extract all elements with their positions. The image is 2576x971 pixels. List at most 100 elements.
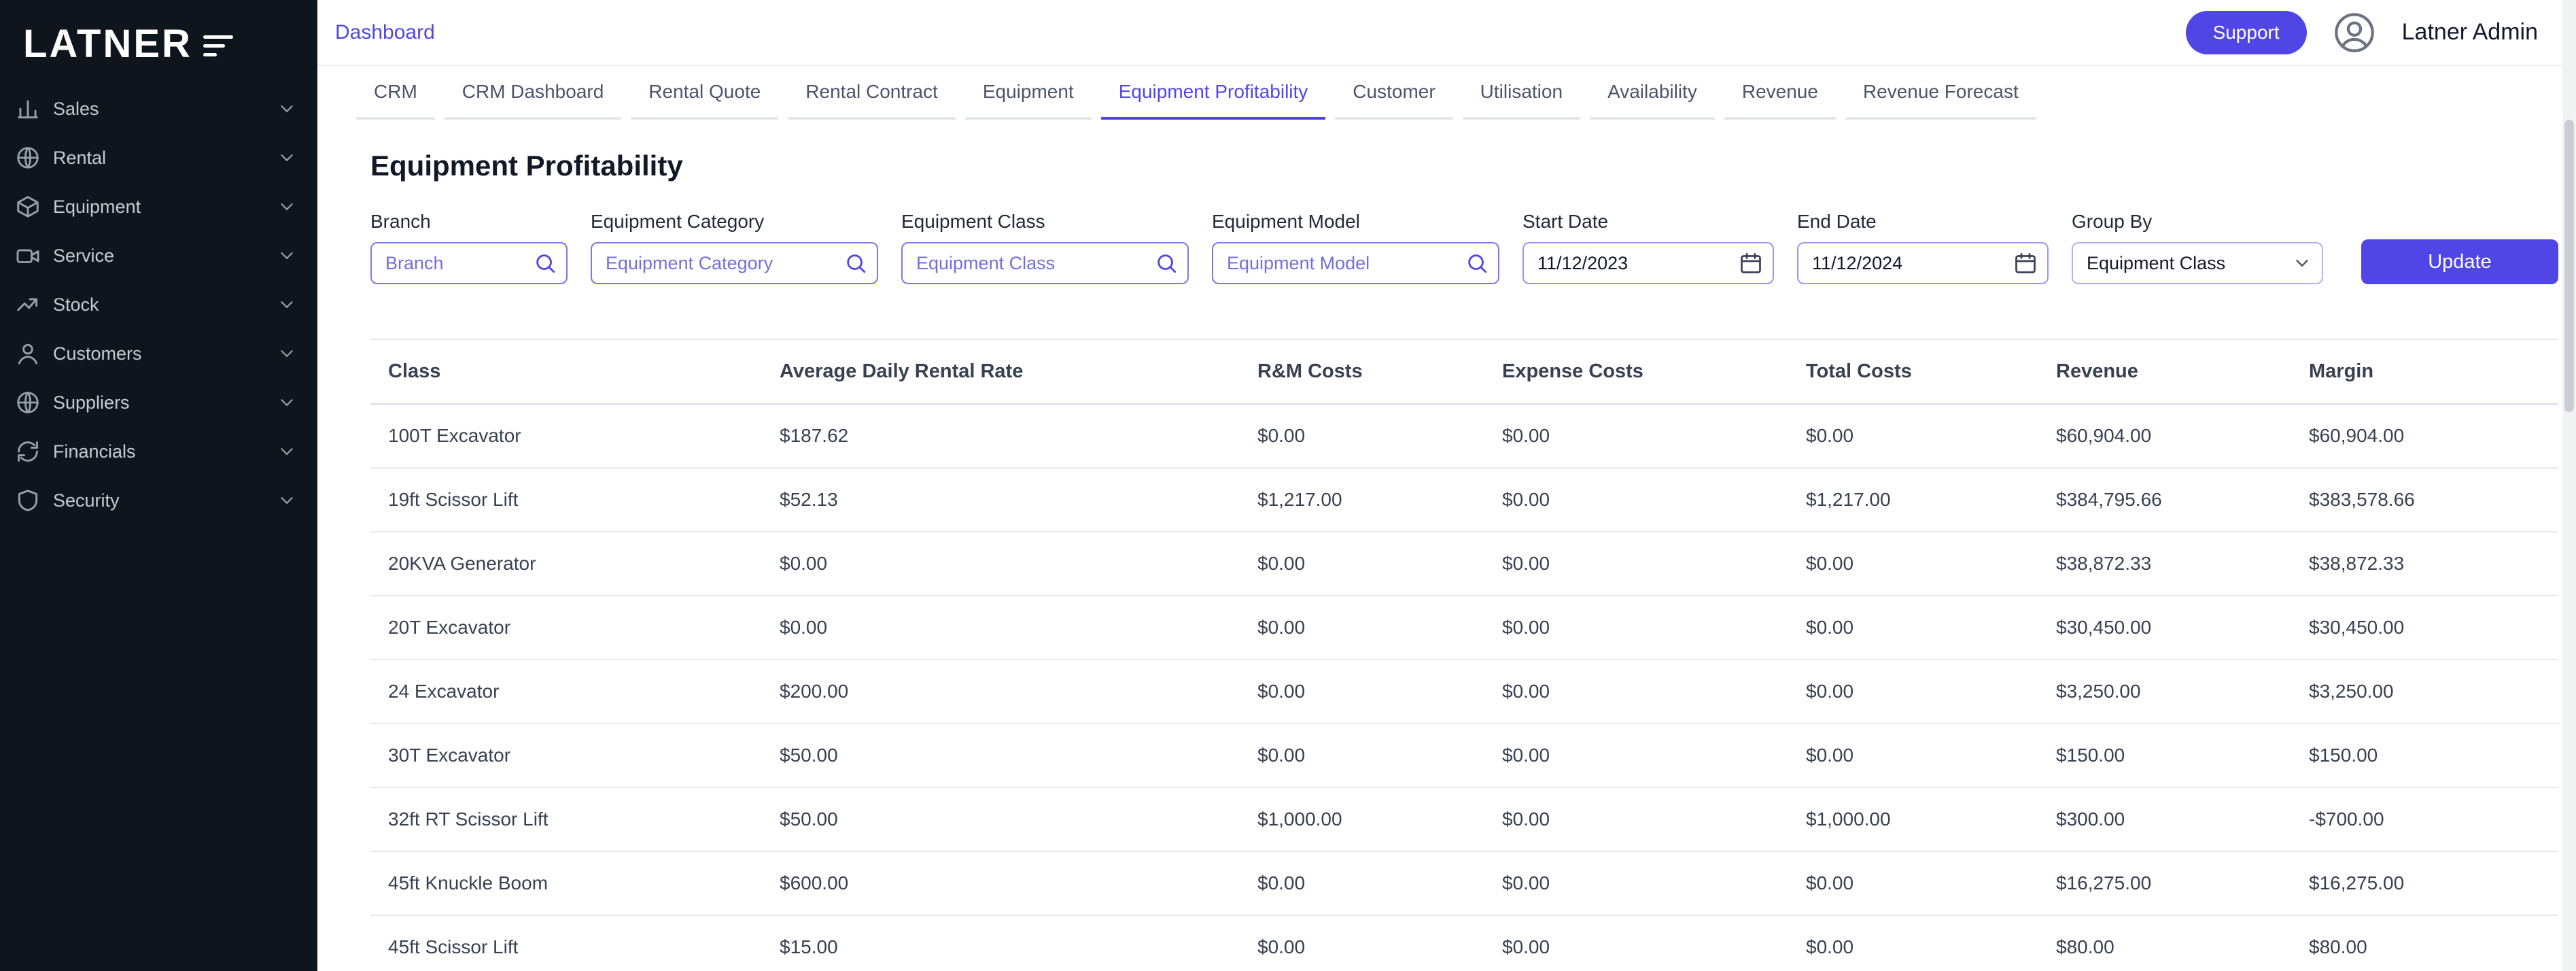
chevron-down-icon[interactable] bbox=[277, 148, 297, 168]
sidebar-item-security[interactable]: Security bbox=[0, 476, 317, 525]
row-value-cell: $150.00 bbox=[2038, 724, 2291, 787]
logo-text: LATNER bbox=[23, 24, 192, 64]
latner-logo: LATNER bbox=[0, 18, 317, 84]
tab-crm-dashboard[interactable]: CRM Dashboard bbox=[445, 66, 622, 120]
calendar-icon[interactable] bbox=[2013, 251, 2038, 275]
sidebar-item-service[interactable]: Service bbox=[0, 231, 317, 280]
sidebar-item-stock[interactable]: Stock bbox=[0, 280, 317, 329]
table-header-row: Class Average Daily Rental Rate R&M Cost… bbox=[370, 340, 2558, 405]
update-button[interactable]: Update bbox=[2361, 239, 2558, 284]
column-header: Revenue bbox=[2038, 340, 2291, 403]
table-row: 19ft Scissor Lift$52.13$1,217.00$0.00$1,… bbox=[370, 469, 2558, 532]
tab-crm[interactable]: CRM bbox=[356, 66, 435, 120]
breadcrumb-dashboard-link[interactable]: Dashboard bbox=[335, 21, 435, 44]
chevron-down-icon[interactable] bbox=[277, 245, 297, 266]
tab-revenue[interactable]: Revenue bbox=[1724, 66, 1836, 120]
scrollbar-thumb[interactable] bbox=[2564, 120, 2574, 412]
row-value-cell: $0.00 bbox=[1788, 405, 2038, 467]
row-value-cell: $1,217.00 bbox=[1240, 469, 1484, 531]
tab-equipment[interactable]: Equipment bbox=[965, 66, 1092, 120]
tab-utilisation[interactable]: Utilisation bbox=[1463, 66, 1580, 120]
sidebar-item-label: Sales bbox=[53, 99, 277, 120]
page-title: Equipment Profitability bbox=[370, 150, 2558, 182]
chevron-down-icon[interactable] bbox=[277, 441, 297, 462]
row-value-cell: $1,217.00 bbox=[1788, 469, 2038, 531]
equipment-class-label: Equipment Class bbox=[901, 211, 1189, 233]
column-header: Average Daily Rental Rate bbox=[762, 340, 1240, 403]
tab-revenue-forecast[interactable]: Revenue Forecast bbox=[1845, 66, 2036, 120]
chevron-down-icon[interactable] bbox=[277, 392, 297, 413]
chevron-down-icon[interactable] bbox=[277, 99, 297, 119]
sidebar-item-customers[interactable]: Customers bbox=[0, 329, 317, 378]
row-value-cell: $0.00 bbox=[1788, 532, 2038, 595]
page-content: Equipment Profitability Branch Equipment… bbox=[317, 120, 2576, 971]
row-value-cell: $1,000.00 bbox=[1240, 788, 1484, 851]
row-value-cell: $38,872.33 bbox=[2291, 532, 2558, 595]
chevron-down-icon[interactable] bbox=[277, 294, 297, 315]
row-value-cell: $0.00 bbox=[1240, 660, 1484, 723]
sidebar-item-financials[interactable]: Financials bbox=[0, 427, 317, 476]
row-class-cell: 45ft Knuckle Boom bbox=[370, 852, 762, 915]
calendar-icon[interactable] bbox=[1739, 251, 1763, 275]
row-value-cell: $38,872.33 bbox=[2038, 532, 2291, 595]
sidebar-item-suppliers[interactable]: Suppliers bbox=[0, 378, 317, 427]
row-value-cell: $0.00 bbox=[1240, 405, 1484, 467]
row-value-cell: $187.62 bbox=[762, 405, 1240, 467]
row-value-cell: $0.00 bbox=[1484, 916, 1788, 971]
row-value-cell: $0.00 bbox=[1484, 596, 1788, 659]
row-value-cell: $3,250.00 bbox=[2038, 660, 2291, 723]
row-value-cell: $0.00 bbox=[1788, 660, 2038, 723]
chevron-down-icon[interactable] bbox=[277, 343, 297, 364]
sidebar-item-label: Financials bbox=[53, 441, 277, 462]
column-header: Margin bbox=[2291, 340, 2558, 403]
chevron-down-icon[interactable] bbox=[277, 490, 297, 511]
search-icon[interactable] bbox=[844, 252, 867, 275]
profitability-table: Class Average Daily Rental Rate R&M Cost… bbox=[370, 339, 2558, 971]
table-row: 30T Excavator$50.00$0.00$0.00$0.00$150.0… bbox=[370, 724, 2558, 788]
equipment-category-input[interactable] bbox=[591, 242, 878, 284]
chevron-down-icon bbox=[2292, 253, 2312, 273]
equipment-model-input[interactable] bbox=[1212, 242, 1499, 284]
user-icon bbox=[15, 341, 41, 367]
search-icon[interactable] bbox=[1465, 252, 1489, 275]
start-date-label: Start Date bbox=[1522, 211, 1774, 233]
filter-group-by: Group By Equipment Class bbox=[2072, 211, 2323, 284]
tab-customer[interactable]: Customer bbox=[1335, 66, 1452, 120]
sidebar-item-equipment[interactable]: Equipment bbox=[0, 182, 317, 231]
support-button[interactable]: Support bbox=[2186, 11, 2307, 54]
row-value-cell: $16,275.00 bbox=[2291, 852, 2558, 915]
row-value-cell: $15.00 bbox=[762, 916, 1240, 971]
row-class-cell: 30T Excavator bbox=[370, 724, 762, 787]
tab-rental-quote[interactable]: Rental Quote bbox=[631, 66, 778, 120]
start-date-input[interactable] bbox=[1522, 242, 1774, 284]
row-value-cell: $0.00 bbox=[762, 532, 1240, 595]
tab-equipment-profitability[interactable]: Equipment Profitability bbox=[1101, 66, 1326, 120]
group-by-select[interactable]: Equipment Class bbox=[2072, 242, 2323, 284]
tab-availability[interactable]: Availability bbox=[1590, 66, 1715, 120]
row-value-cell: $0.00 bbox=[1484, 405, 1788, 467]
row-value-cell: $1,000.00 bbox=[1788, 788, 2038, 851]
user-avatar-icon[interactable] bbox=[2333, 11, 2376, 54]
bar-chart-icon bbox=[15, 96, 41, 122]
search-icon[interactable] bbox=[1155, 252, 1178, 275]
tab-rental-contract[interactable]: Rental Contract bbox=[788, 66, 956, 120]
group-by-label: Group By bbox=[2072, 211, 2323, 233]
column-header: Class bbox=[370, 340, 762, 403]
search-icon[interactable] bbox=[534, 252, 557, 275]
column-header: R&M Costs bbox=[1240, 340, 1484, 403]
column-header: Total Costs bbox=[1788, 340, 2038, 403]
end-date-input[interactable] bbox=[1797, 242, 2049, 284]
row-class-cell: 24 Excavator bbox=[370, 660, 762, 723]
refresh-icon bbox=[15, 439, 41, 464]
table-row: 45ft Knuckle Boom$600.00$0.00$0.00$0.00$… bbox=[370, 852, 2558, 916]
branch-label: Branch bbox=[370, 211, 568, 233]
equipment-class-input[interactable] bbox=[901, 242, 1189, 284]
table-row: 20T Excavator$0.00$0.00$0.00$0.00$30,450… bbox=[370, 596, 2558, 660]
filter-branch: Branch bbox=[370, 211, 568, 284]
chevron-down-icon[interactable] bbox=[277, 197, 297, 217]
sidebar-item-rental[interactable]: Rental bbox=[0, 133, 317, 182]
row-value-cell: $150.00 bbox=[2291, 724, 2558, 787]
sidebar: LATNER Sales Rental Equipment Service St… bbox=[0, 0, 317, 971]
tabs: CRMCRM DashboardRental QuoteRental Contr… bbox=[317, 66, 2576, 120]
sidebar-item-sales[interactable]: Sales bbox=[0, 84, 317, 133]
